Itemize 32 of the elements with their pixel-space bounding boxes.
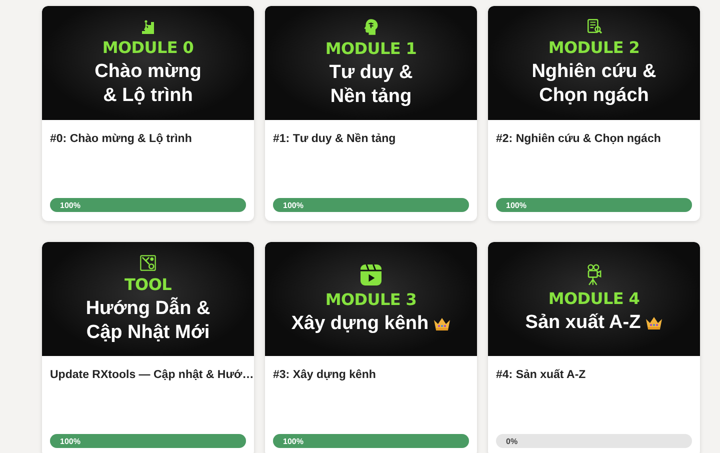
progress-percent: 100%: [60, 436, 80, 446]
film-camera-icon: [585, 264, 603, 286]
course-title[interactable]: #3: Xây dựng kênh: [273, 368, 376, 383]
stairs-climber-icon: [140, 18, 156, 34]
course-title[interactable]: #2: Nghiên cứu & Chọn ngách: [496, 132, 661, 147]
course-title[interactable]: #0: Chào mừng & Lộ trình: [50, 132, 192, 147]
course-title[interactable]: Update RXtools — Cập nhật & Hướ…: [50, 368, 254, 383]
module-label: MODULE 3: [325, 290, 417, 308]
document-magnifier-icon: [586, 18, 602, 35]
progress-percent: 100%: [283, 436, 304, 446]
tools-icon: [139, 254, 157, 272]
crown-icon: [432, 316, 451, 330]
module-heading: Tư duy & Nền tảng: [329, 60, 413, 108]
module-label: TOOL: [124, 274, 172, 294]
progress-percent: 0%: [506, 436, 518, 446]
module-heading: Nghiên cứu & Chọn ngách: [532, 60, 656, 108]
head-brain-icon: [362, 18, 380, 36]
course-title[interactable]: #1: Tư duy & Nền tảng: [273, 132, 396, 147]
module-heading: Xây dựng kênh: [291, 312, 429, 336]
module-label: MODULE 2: [548, 38, 640, 57]
play-video-icon: [359, 262, 383, 286]
module-heading: Hướng Dẫn & Cập Nhật Mới: [86, 296, 210, 344]
progress-percent: 100%: [506, 200, 526, 210]
progress-percent: 100%: [60, 200, 80, 210]
module-label: MODULE 0: [102, 38, 194, 56]
progress-percent: 100%: [283, 200, 304, 210]
module-heading: Sản xuất A-Z: [525, 310, 641, 334]
module-heading: Chào mừng & Lộ trình: [94, 60, 202, 108]
crown-icon: [644, 316, 663, 330]
course-title[interactable]: #4: Sản xuất A-Z: [496, 368, 586, 383]
module-label: MODULE 1: [325, 38, 417, 58]
module-label: MODULE 4: [548, 288, 640, 308]
